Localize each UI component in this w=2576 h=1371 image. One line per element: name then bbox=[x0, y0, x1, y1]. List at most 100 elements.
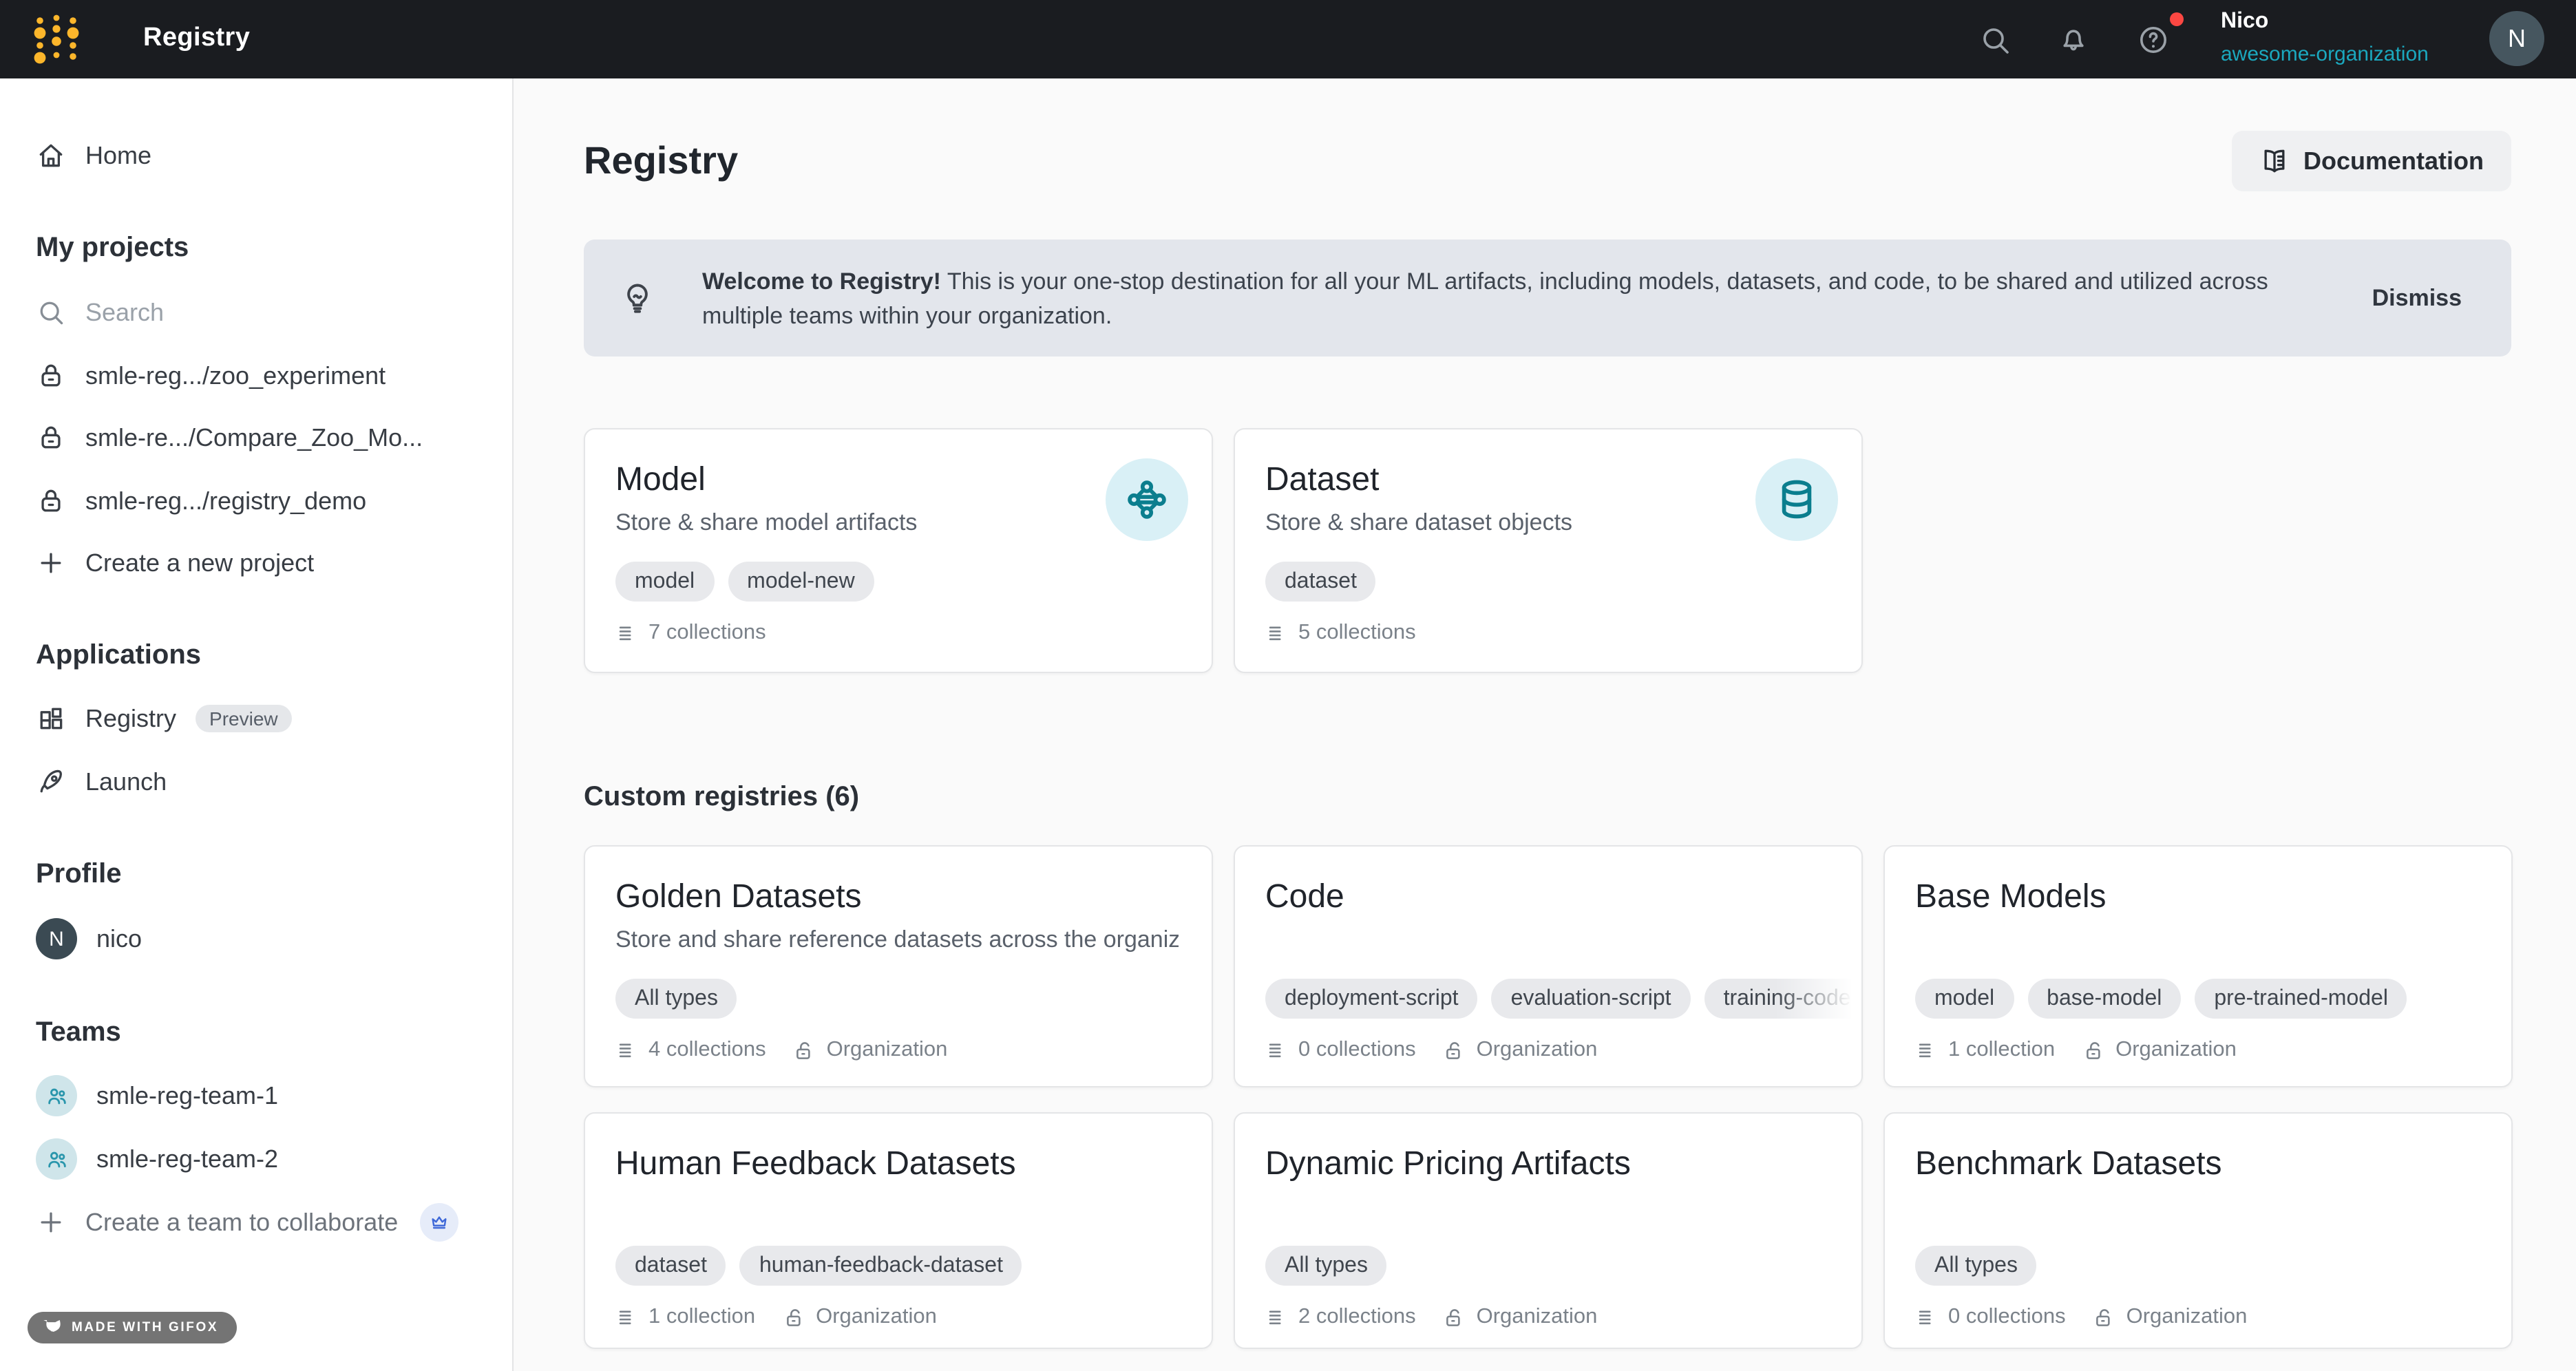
organization-name: awesome-organization bbox=[2221, 44, 2429, 65]
sidebar-item-profile[interactable]: N nico bbox=[36, 918, 501, 959]
registry-label: Registry bbox=[85, 704, 176, 733]
tag: model bbox=[615, 562, 714, 602]
sidebar-project-item[interactable]: smle-reg.../zoo_experiment bbox=[36, 355, 501, 396]
unlock-icon bbox=[2082, 1039, 2106, 1062]
lock-icon bbox=[36, 361, 66, 391]
unlock-icon bbox=[794, 1039, 817, 1062]
avatar[interactable]: N bbox=[2489, 11, 2544, 66]
tag-list: All types bbox=[615, 979, 1209, 1019]
tag-list: deployment-script evaluation-script trai… bbox=[1265, 979, 1859, 1019]
fox-icon bbox=[41, 1317, 62, 1338]
unlock-icon bbox=[783, 1306, 806, 1329]
visibility-label: Organization bbox=[2115, 1038, 2237, 1063]
create-team-button[interactable]: Create a team to collaborate bbox=[36, 1202, 501, 1243]
project-label: smle-re.../Compare_Zoo_Mo... bbox=[85, 423, 423, 452]
collections-count: 2 collections bbox=[1298, 1305, 1416, 1330]
collections-count: 0 collections bbox=[1298, 1038, 1416, 1063]
registry-card[interactable]: Base Models model base-model pre-trained… bbox=[1883, 845, 2513, 1087]
card-title: Model bbox=[615, 458, 1088, 502]
visibility-label: Organization bbox=[1477, 1038, 1598, 1063]
tag-list: dataset bbox=[1265, 562, 1859, 602]
team-icon bbox=[36, 1075, 77, 1116]
sidebar-item-home[interactable]: Home bbox=[36, 135, 501, 176]
registry-card[interactable]: Golden Datasets Store and share referenc… bbox=[584, 845, 1213, 1087]
notification-dot bbox=[2170, 12, 2184, 26]
collections-icon bbox=[615, 621, 639, 645]
card-footer: 7 collections bbox=[615, 619, 766, 647]
crown-icon bbox=[420, 1203, 458, 1242]
sidebar-project-item[interactable]: smle-re.../Compare_Zoo_Mo... bbox=[36, 417, 501, 458]
collections-icon bbox=[1265, 1039, 1289, 1062]
registry-card[interactable]: Benchmark Datasets All types 0 collectio… bbox=[1883, 1112, 2513, 1349]
my-projects-heading: My projects bbox=[36, 227, 501, 268]
tag-list: model base-model pre-trained-model bbox=[1915, 979, 2509, 1019]
card-footer: 5 collections bbox=[1265, 619, 1416, 647]
dismiss-button[interactable]: Dismiss bbox=[2372, 284, 2462, 312]
documentation-button[interactable]: Documentation bbox=[2232, 131, 2511, 191]
tag: All types bbox=[615, 979, 737, 1019]
search-icon bbox=[36, 297, 66, 328]
sidebar-item-registry[interactable]: Registry Preview bbox=[36, 698, 501, 739]
tag-list: All types bbox=[1915, 1246, 2509, 1286]
collections-icon bbox=[1265, 1306, 1289, 1329]
lightbulb-icon bbox=[620, 280, 655, 316]
home-icon bbox=[36, 140, 66, 171]
card-description: Store & share dataset objects bbox=[1265, 507, 1828, 540]
sidebar-item-launch[interactable]: Launch bbox=[36, 761, 501, 803]
sidebar-team-item[interactable]: smle-reg-team-1 bbox=[36, 1075, 501, 1116]
lock-icon bbox=[36, 423, 66, 453]
card-footer: 0 collections Organization bbox=[1915, 1304, 2247, 1331]
create-project-button[interactable]: Create a new project bbox=[36, 542, 501, 584]
registry-card-model[interactable]: Model Store & share model artifacts mode… bbox=[584, 428, 1213, 673]
tag: dataset bbox=[615, 1246, 726, 1286]
create-project-label: Create a new project bbox=[85, 549, 314, 577]
page-title: Registry bbox=[584, 138, 738, 184]
tag: dataset bbox=[1265, 562, 1376, 602]
banner-text: Welcome to Registry! This is your one-st… bbox=[702, 264, 2327, 332]
app-window: Registry Nico awesome-organization N bbox=[0, 0, 2576, 1371]
search-icon[interactable] bbox=[1978, 23, 2012, 56]
card-title: Dataset bbox=[1265, 458, 1738, 502]
project-label: smle-reg.../zoo_experiment bbox=[85, 361, 386, 390]
lock-icon bbox=[36, 486, 66, 516]
visibility-label: Organization bbox=[816, 1305, 937, 1330]
tag: training-code bbox=[1704, 979, 1859, 1019]
documentation-label: Documentation bbox=[2303, 147, 2484, 176]
registry-card[interactable]: Human Feedback Datasets dataset human-fe… bbox=[584, 1112, 1213, 1349]
tag: All types bbox=[1915, 1246, 2037, 1286]
project-label: smle-reg.../registry_demo bbox=[85, 487, 366, 516]
tag: base-model bbox=[2027, 979, 2181, 1019]
unlock-icon bbox=[1444, 1039, 1467, 1062]
book-icon bbox=[2259, 146, 2290, 176]
registry-card[interactable]: Dynamic Pricing Artifacts All types 2 co… bbox=[1234, 1112, 1863, 1349]
sidebar-team-item[interactable]: smle-reg-team-2 bbox=[36, 1138, 501, 1180]
card-title: Golden Datasets bbox=[615, 875, 1088, 920]
plus-icon bbox=[36, 548, 66, 578]
help-icon[interactable] bbox=[2137, 23, 2170, 56]
rocket-icon bbox=[36, 767, 66, 797]
search-input[interactable]: Search bbox=[85, 298, 164, 327]
collections-icon bbox=[615, 1306, 639, 1329]
wandb-logo[interactable] bbox=[33, 12, 83, 67]
profile-name: nico bbox=[96, 924, 142, 953]
user-menu[interactable]: Nico awesome-organization bbox=[2221, 11, 2429, 65]
tag-list: All types bbox=[1265, 1246, 1859, 1286]
sidebar: Home My projects Search smle-reg.../zoo_… bbox=[0, 78, 514, 1371]
applications-heading: Applications bbox=[36, 635, 501, 676]
collections-icon bbox=[615, 1039, 639, 1062]
tag: deployment-script bbox=[1265, 979, 1478, 1019]
team-label: smle-reg-team-1 bbox=[96, 1081, 278, 1110]
project-search[interactable]: Search bbox=[36, 292, 501, 333]
gifox-watermark: MADE WITH GIFOX bbox=[28, 1312, 236, 1343]
bell-icon[interactable] bbox=[2057, 23, 2090, 56]
banner-text-bold: Welcome to Registry! bbox=[702, 268, 941, 294]
sidebar-project-item[interactable]: smle-reg.../registry_demo bbox=[36, 480, 501, 522]
team-icon bbox=[36, 1138, 77, 1180]
visibility-label: Organization bbox=[827, 1038, 948, 1063]
tag: human-feedback-dataset bbox=[740, 1246, 1022, 1286]
tag: pre-trained-model bbox=[2195, 979, 2407, 1019]
registry-card-dataset[interactable]: Dataset Store & share dataset objects da… bbox=[1234, 428, 1863, 673]
card-footer: 0 collections Organization bbox=[1265, 1037, 1597, 1064]
collections-count: 5 collections bbox=[1298, 621, 1416, 646]
registry-card[interactable]: Code deployment-script evaluation-script… bbox=[1234, 845, 1863, 1087]
